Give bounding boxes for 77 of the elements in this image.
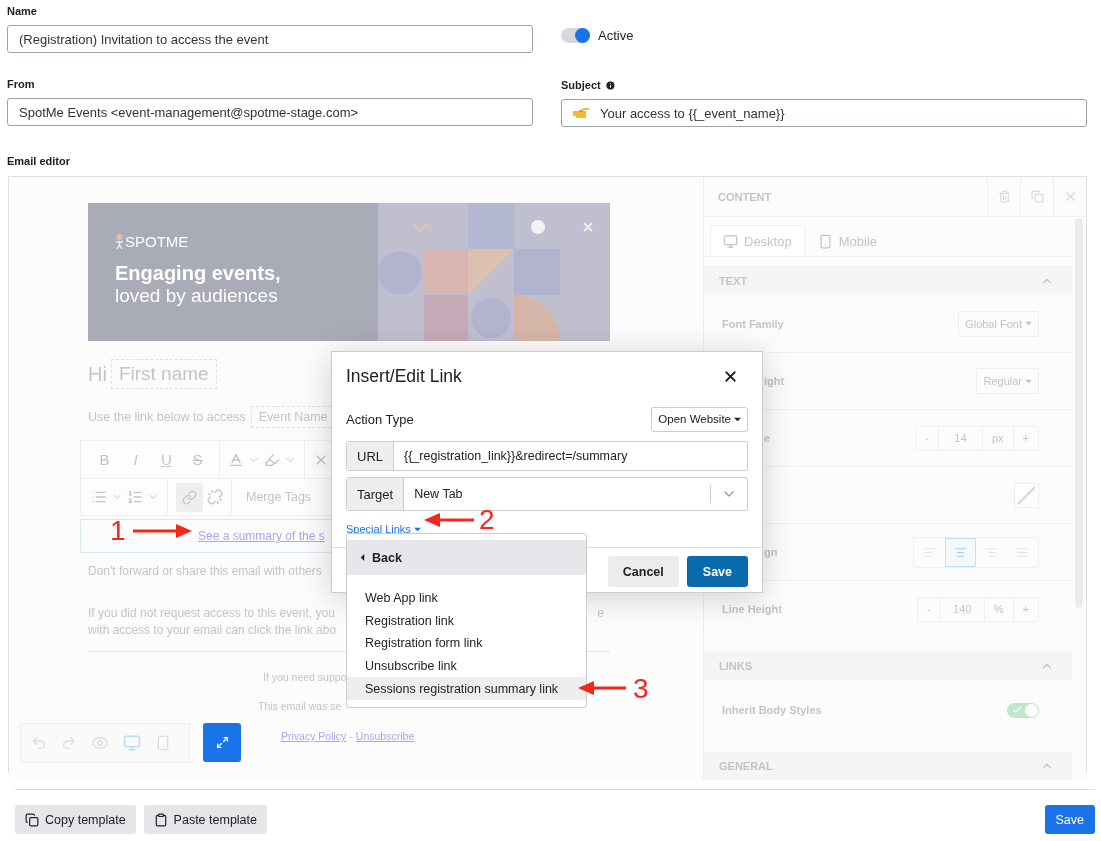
menu-item[interactable]: Unsubscribe link	[347, 654, 586, 677]
menu-item[interactable]: Registration form link	[347, 632, 586, 655]
back-menu-item[interactable]: Back	[347, 540, 586, 575]
dialog-title: Insert/Edit Link	[346, 365, 462, 387]
copy-icon	[1030, 190, 1044, 203]
numbered-list-icon[interactable]	[127, 489, 143, 505]
cancel-button[interactable]: Cancel	[607, 556, 679, 587]
setting-label: Inherit Body Styles	[722, 704, 822, 716]
menu-item[interactable]: Registration link	[347, 609, 586, 632]
align-icon	[954, 545, 967, 559]
color-swatch[interactable]	[1014, 482, 1039, 508]
check-icon	[1012, 705, 1022, 715]
subject-field[interactable]: Your access to {{_event_name}}	[561, 99, 1087, 127]
annotation-arrow	[578, 681, 626, 695]
expand-icon	[215, 736, 229, 749]
menu-item[interactable]: Web App link	[347, 587, 586, 610]
back-caret-icon	[359, 554, 366, 561]
menu-item[interactable]: Sessions registration summary link	[347, 677, 586, 700]
active-toggle[interactable]	[561, 28, 590, 43]
link-icon	[182, 489, 197, 505]
copy-template-button[interactable]: Copy template	[15, 805, 136, 834]
paste-template-button[interactable]: Paste template	[143, 805, 267, 834]
special-links-menu[interactable]: Special Links	[346, 523, 421, 535]
info-icon	[604, 79, 616, 91]
save-button[interactable]: Save	[686, 556, 748, 587]
logo-figure-icon	[115, 233, 124, 250]
field-label: Subject	[561, 79, 601, 91]
preview-icon[interactable]	[91, 734, 109, 752]
link-separator: -	[349, 730, 353, 742]
greeting-text: Hi	[88, 362, 107, 386]
target-select[interactable]: Target New Tab	[346, 477, 748, 511]
text-color-icon[interactable]	[228, 451, 244, 468]
annotation-number: 3	[633, 674, 649, 704]
banner-tagline: loved by audiences	[115, 285, 279, 307]
logo-text: SPOTME	[125, 233, 189, 250]
annotation-number: 1	[110, 516, 126, 546]
align-icon	[985, 545, 998, 559]
merge-tag: First name	[110, 359, 217, 389]
field-label: Name	[7, 4, 38, 18]
caret-icon	[1025, 377, 1032, 385]
desktop-icon	[723, 233, 738, 249]
link-button[interactable]	[176, 482, 203, 512]
clipboard-icon	[153, 812, 168, 827]
trash-icon	[997, 190, 1011, 203]
highlighter-icon[interactable]	[264, 451, 280, 468]
section-label: Email editor	[7, 154, 71, 168]
panel-title: CONTENT	[717, 190, 773, 203]
align-icon	[1016, 545, 1029, 559]
setting-label: Font Family	[722, 317, 784, 330]
bullet-list-icon[interactable]	[91, 489, 107, 505]
annotation-arrow	[133, 524, 192, 538]
toggle-switch[interactable]	[1007, 702, 1039, 718]
mobile-icon[interactable]	[155, 735, 171, 751]
copy-icon	[25, 812, 39, 827]
undo-icon[interactable]	[31, 735, 47, 751]
banner-headline: Engaging events,	[115, 262, 281, 285]
pointing-hand-icon	[573, 107, 590, 119]
unlink-icon[interactable]	[207, 489, 223, 505]
url-field[interactable]: URL {{_registration_link}}&redirect=/summary	[346, 441, 748, 471]
save-button[interactable]: Save	[1044, 805, 1095, 834]
fullscreen-button[interactable]	[203, 723, 241, 762]
annotation-arrow	[424, 513, 474, 527]
align-button[interactable]	[945, 537, 976, 567]
mobile-icon	[817, 233, 833, 249]
action-type-select[interactable]: Open Website	[651, 406, 748, 432]
body-text: Use the link below to access	[88, 410, 246, 424]
toggle-label: Active	[598, 28, 634, 43]
field-label: Action Type	[346, 411, 414, 427]
redo-icon[interactable]	[61, 735, 77, 751]
align-icon	[923, 545, 936, 559]
desktop-icon[interactable]	[123, 734, 141, 752]
name-field[interactable]: (Registration) Invitation to access the event	[7, 25, 533, 53]
field-label: From	[7, 77, 36, 91]
caret-icon	[734, 415, 741, 423]
setting-label: ight	[764, 375, 785, 387]
caret-icon	[1025, 320, 1032, 327]
from-field[interactable]: SpotMe Events <event-management@spotme-stage.com>	[7, 98, 533, 126]
